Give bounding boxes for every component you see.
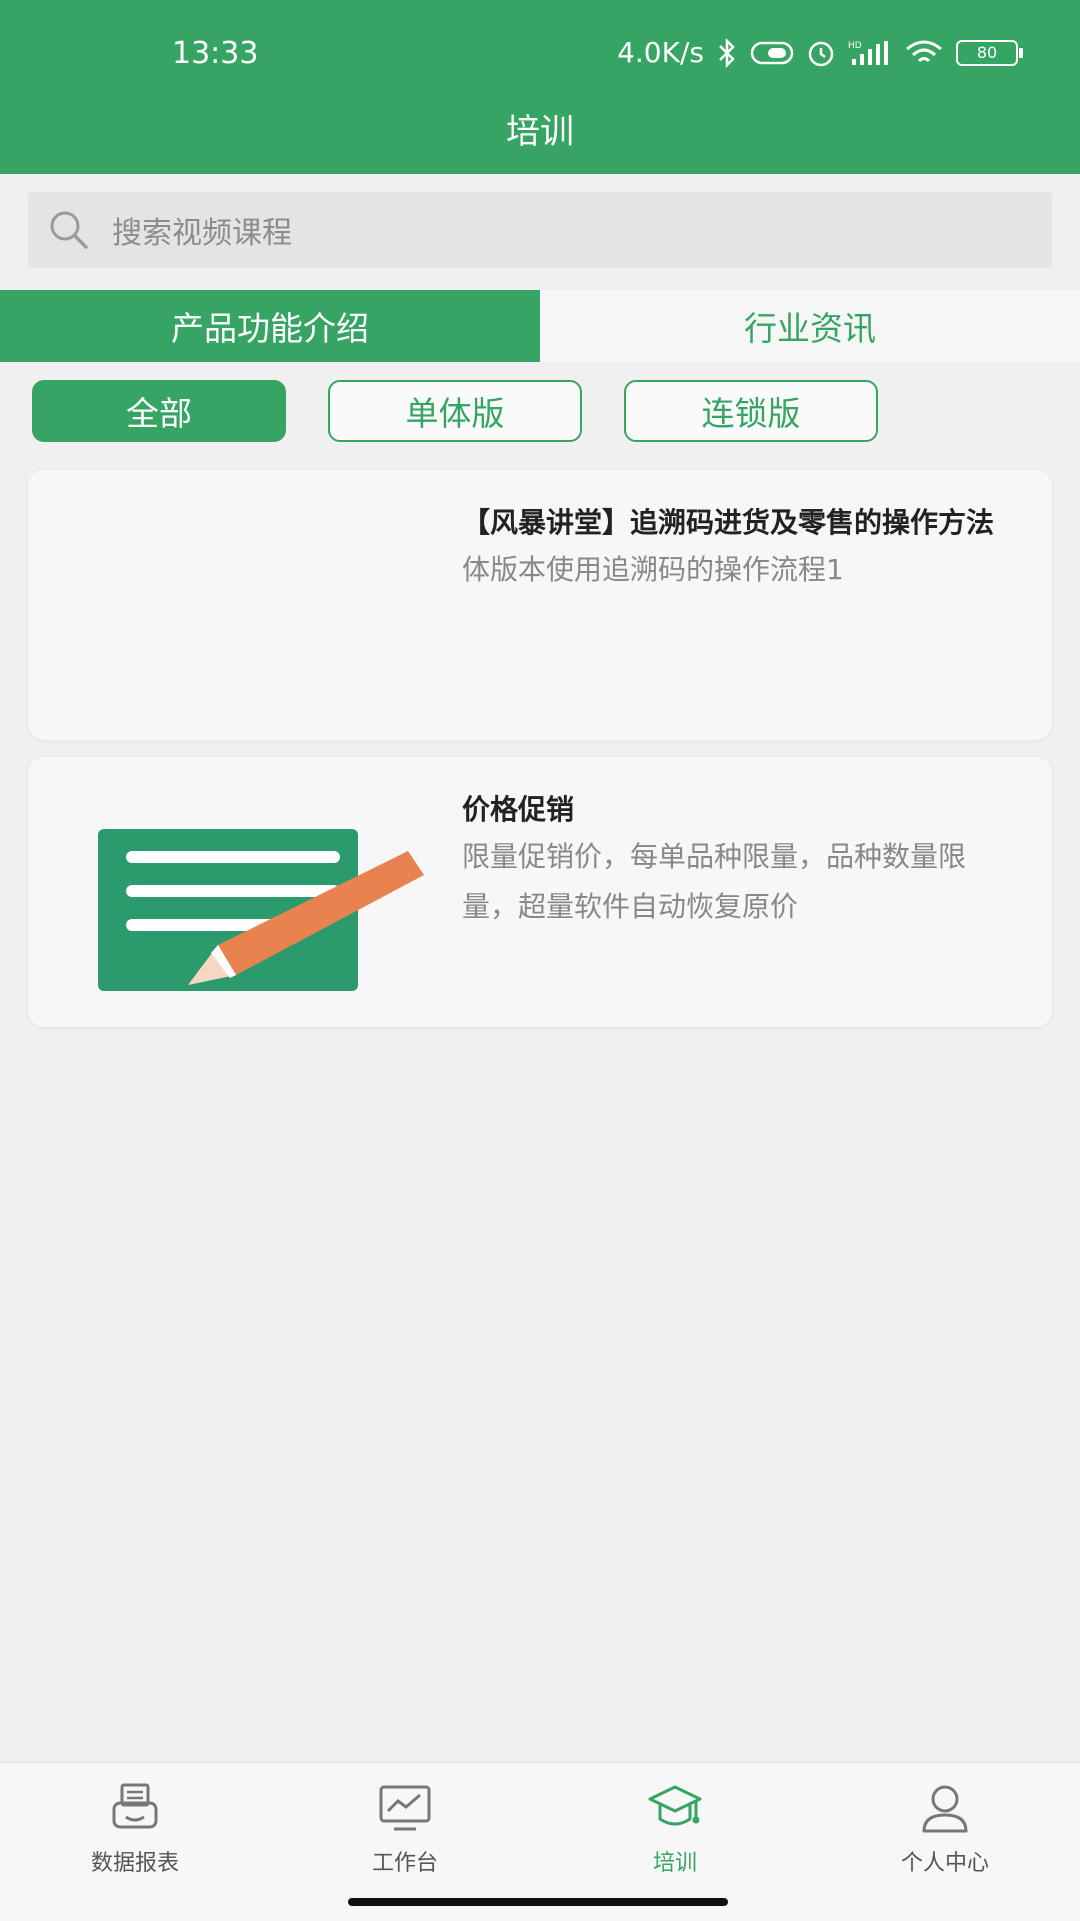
home-indicator[interactable] <box>348 1898 728 1906</box>
status-time: 13:33 <box>172 36 259 71</box>
nfc-icon <box>750 40 794 66</box>
wifi-icon <box>904 39 944 67</box>
course-description: 体版本使用追溯码的操作流程1 <box>462 553 844 586</box>
course-card[interactable]: 【风暴讲堂】追溯码进货及零售的操作方法 体版本使用追溯码的操作流程1 <box>28 470 1052 740</box>
battery-icon: 80 <box>956 39 1023 66</box>
app-header: 13:33 4.0K/s HD 80 培训 <box>0 0 1080 174</box>
network-speed: 4.0K/s <box>617 36 704 69</box>
course-title: 【风暴讲堂】追溯码进货及零售的操作方法 <box>462 506 995 539</box>
nav-label: 个人中心 <box>900 1851 989 1876</box>
graduation-cap-icon <box>648 1785 702 1826</box>
course-thumbnail <box>68 506 448 706</box>
course-card[interactable]: 价格促销 限量促销价，每单品种限量，品种数量限量，超量软件自动恢复原价 <box>28 757 1052 1027</box>
document-edit-icon <box>98 829 424 991</box>
nav-label: 培训 <box>652 1851 697 1876</box>
tab-product-features[interactable]: 产品功能介绍 <box>0 290 540 362</box>
status-icons: 4.0K/s HD 80 <box>617 36 1023 69</box>
course-description: 限量促销价，每单品种限量，品种数量限量，超量软件自动恢复原价 <box>462 840 967 923</box>
search-placeholder: 搜索视频课程 <box>112 216 292 251</box>
nav-label: 数据报表 <box>90 1851 179 1876</box>
category-tabs: 产品功能介绍 行业资讯 <box>0 290 1080 362</box>
filter-all[interactable]: 全部 <box>32 380 286 442</box>
hd-signal-icon: HD <box>848 39 892 67</box>
bluetooth-icon <box>716 37 738 68</box>
filter-single-store[interactable]: 单体版 <box>328 380 582 442</box>
user-icon <box>922 1785 968 1833</box>
alarm-icon <box>806 38 836 68</box>
nav-label: 工作台 <box>371 1851 438 1876</box>
search-icon <box>50 211 88 249</box>
nav-personal-center[interactable]: 个人中心 <box>810 1763 1080 1921</box>
svg-text:HD: HD <box>848 41 862 51</box>
monitor-chart-icon <box>379 1785 431 1831</box>
filter-chain-store[interactable]: 连锁版 <box>624 380 878 442</box>
course-title: 价格促销 <box>462 793 575 826</box>
printer-report-icon <box>112 1783 158 1829</box>
search-input[interactable]: 搜索视频课程 <box>28 192 1052 268</box>
nav-data-report[interactable]: 数据报表 <box>0 1763 270 1921</box>
page-title: 培训 <box>506 112 574 152</box>
edition-filters: 全部 单体版 连锁版 <box>32 380 878 442</box>
tab-industry-news[interactable]: 行业资讯 <box>540 290 1080 362</box>
